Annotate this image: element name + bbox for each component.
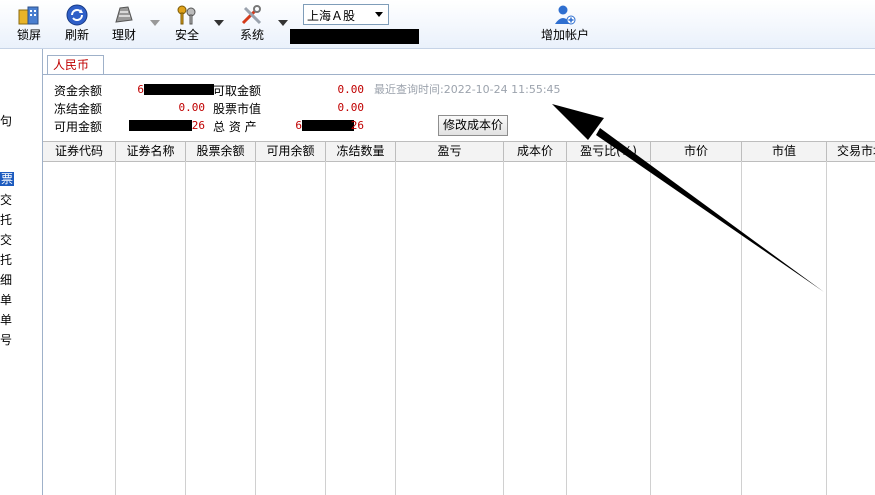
annotation-arrow-icon xyxy=(552,104,824,292)
